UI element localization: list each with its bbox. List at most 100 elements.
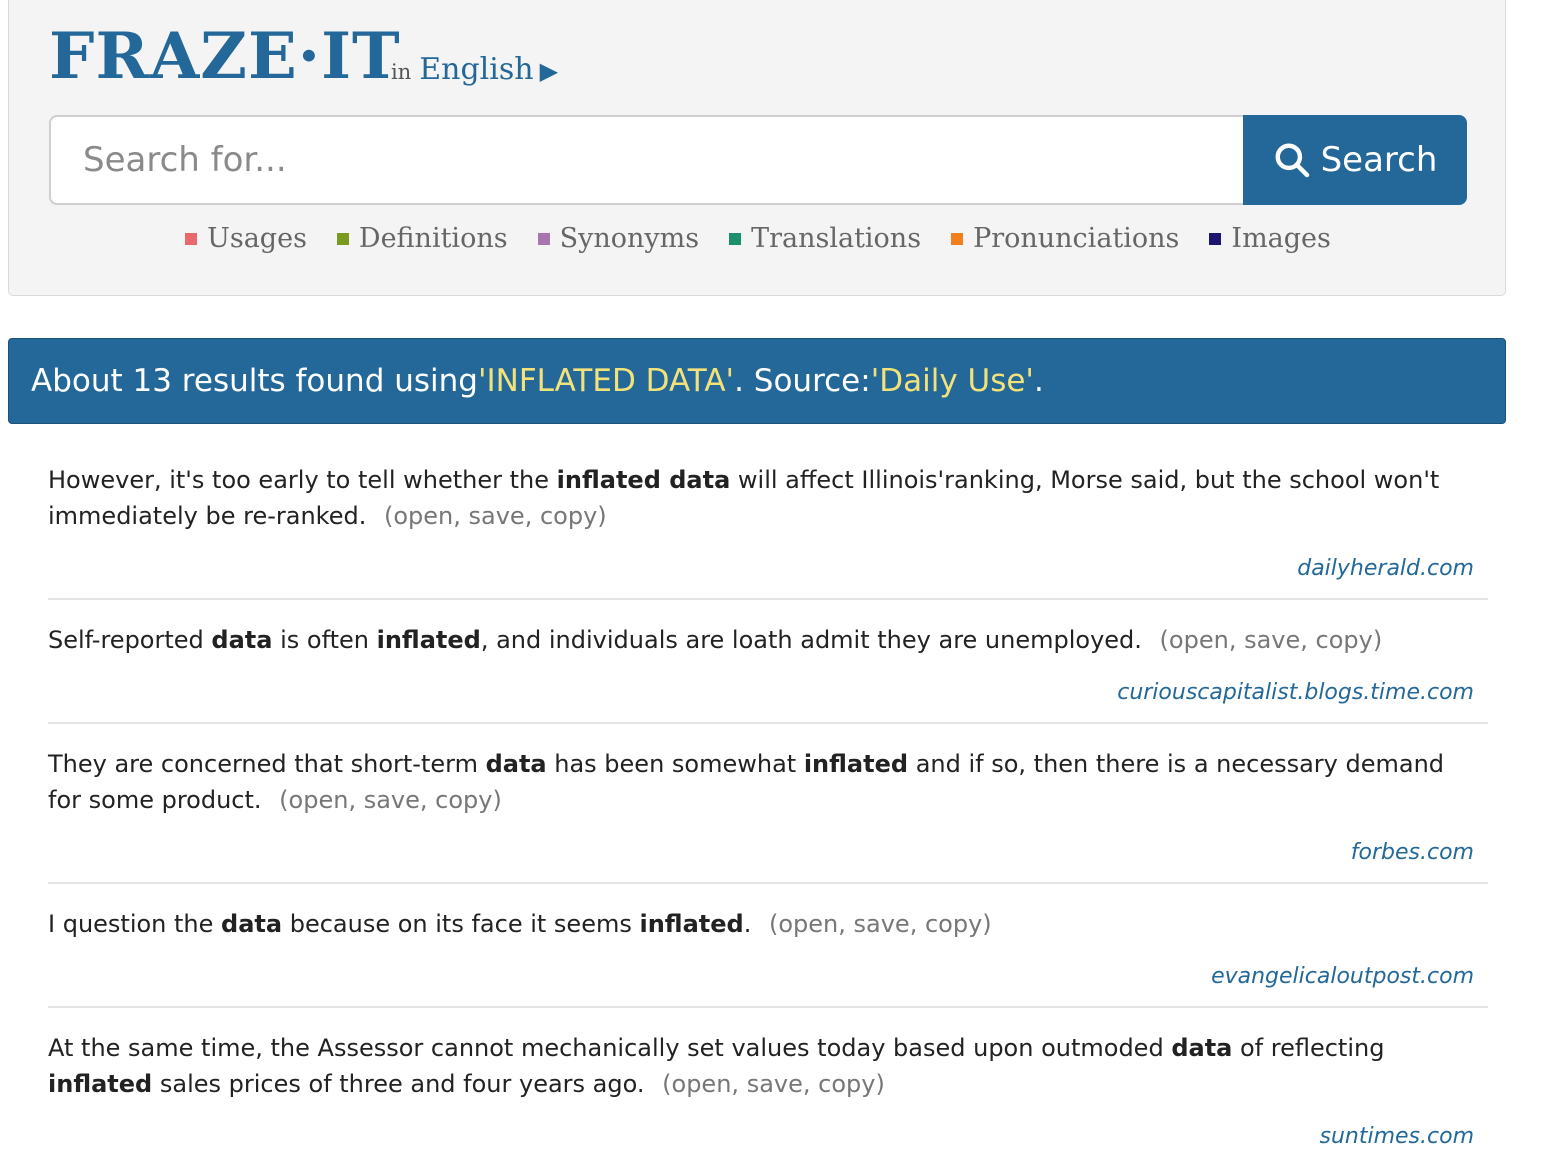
results-banner: About 13 results found using 'INFLATED D…	[8, 338, 1506, 424]
source-link[interactable]: evangelicaloutpost.com	[1211, 964, 1474, 989]
source-link[interactable]: dailyherald.com	[1297, 556, 1474, 581]
result-source: curiouscapitalist.blogs.time.com	[48, 678, 1488, 708]
save-link[interactable]: save	[854, 910, 910, 938]
category-color-swatch	[729, 232, 742, 245]
result-sentence: At the same time, the Assessor cannot me…	[48, 1030, 1488, 1102]
save-link[interactable]: save	[469, 502, 525, 530]
category-color-swatch	[1209, 232, 1222, 245]
sentence-text: , and individuals are loath admit they a…	[480, 626, 1142, 654]
results-source-prefix: . Source:	[734, 363, 871, 399]
open-link[interactable]: open	[289, 786, 349, 814]
site-logo[interactable]: FRAZE·IT	[49, 25, 401, 89]
results-count-text: About 13 results found using	[31, 363, 478, 399]
category-label[interactable]: Synonyms	[560, 223, 700, 254]
sentence-text: of reflecting	[1232, 1034, 1385, 1062]
actions-punctuation: ,	[453, 502, 469, 530]
sentence-text: .	[743, 910, 752, 938]
search-input[interactable]	[49, 115, 1243, 205]
actions-punctuation: ,	[348, 786, 364, 814]
results-source: 'Daily Use'	[870, 363, 1034, 399]
sentence-text: I question the	[48, 910, 222, 938]
sentence-text: Self-reported	[48, 626, 212, 654]
source-link[interactable]: curiouscapitalist.blogs.time.com	[1117, 680, 1474, 705]
category-label[interactable]: Images	[1231, 223, 1330, 254]
category-label[interactable]: Pronunciations	[973, 223, 1179, 254]
copy-link[interactable]: copy	[925, 910, 982, 938]
highlighted-term: inflated	[803, 750, 909, 778]
category-nav: Usages Definitions Synonyms Translations Pro…	[9, 223, 1507, 254]
category-usages[interactable]: Usages	[185, 223, 307, 254]
result-actions: (open, save, copy)	[1151, 626, 1383, 654]
result-item: They are concerned that short-term data …	[48, 724, 1488, 884]
source-link[interactable]: forbes.com	[1351, 840, 1474, 865]
result-source: evangelicaloutpost.com	[48, 962, 1488, 992]
save-link[interactable]: save	[364, 786, 420, 814]
actions-punctuation: ,	[524, 502, 540, 530]
result-source: dailyherald.com	[48, 554, 1488, 584]
open-link[interactable]: open	[393, 502, 453, 530]
copy-link[interactable]: copy	[435, 786, 492, 814]
actions-punctuation: (	[376, 502, 394, 530]
source-link[interactable]: suntimes.com	[1320, 1124, 1475, 1149]
open-link[interactable]: open	[672, 1070, 732, 1098]
actions-punctuation: ,	[419, 786, 436, 814]
highlighted-term: data	[211, 626, 273, 654]
result-actions: (open, save, copy)	[272, 786, 502, 814]
search-button[interactable]: Search	[1243, 115, 1467, 205]
actions-punctuation: ,	[1228, 626, 1245, 654]
highlighted-term: data	[485, 750, 547, 778]
actions-punctuation: (	[761, 910, 779, 938]
highlighted-term: inflated	[48, 1070, 153, 1098]
search-bar: Search	[49, 115, 1467, 205]
result-sentence: I question the data because on its face …	[48, 906, 1488, 942]
category-images[interactable]: Images	[1209, 223, 1331, 254]
actions-punctuation: )	[875, 1070, 885, 1098]
language-label[interactable]: English	[419, 55, 533, 85]
result-item: I question the data because on its face …	[48, 884, 1488, 1008]
language-selector[interactable]: in English ▶	[391, 55, 558, 85]
copy-link[interactable]: copy	[1316, 626, 1373, 654]
result-sentence: They are concerned that short-term data …	[48, 746, 1488, 818]
save-link[interactable]: save	[1244, 626, 1300, 654]
save-link[interactable]: save	[747, 1070, 803, 1098]
actions-punctuation: (	[1151, 626, 1169, 654]
results-list: However, it's too early to tell whether …	[48, 440, 1488, 1166]
result-source: forbes.com	[48, 838, 1488, 868]
category-synonyms[interactable]: Synonyms	[537, 223, 700, 254]
result-item: Self-reported data is often inflated, an…	[48, 600, 1488, 724]
sentence-text: has been somewhat	[546, 750, 804, 778]
actions-punctuation: ,	[838, 910, 854, 938]
category-label[interactable]: Translations	[751, 223, 921, 254]
sentence-text: At the same time, the Assessor cannot me…	[48, 1034, 1172, 1062]
sentence-text: because on its face it seems	[282, 910, 640, 938]
open-link[interactable]: open	[778, 910, 838, 938]
category-color-swatch	[185, 232, 198, 245]
play-arrow-icon[interactable]: ▶	[540, 59, 558, 83]
result-item: At the same time, the Assessor cannot me…	[48, 1008, 1488, 1166]
copy-link[interactable]: copy	[540, 502, 597, 530]
result-sentence: Self-reported data is often inflated, an…	[48, 622, 1488, 658]
highlighted-term: data	[1171, 1034, 1233, 1062]
category-translations[interactable]: Translations	[729, 223, 921, 254]
actions-punctuation: ,	[802, 1070, 819, 1098]
results-query: 'INFLATED DATA'	[477, 363, 735, 399]
category-color-swatch	[336, 232, 349, 245]
result-source: suntimes.com	[48, 1122, 1488, 1152]
category-definitions[interactable]: Definitions	[336, 223, 508, 254]
category-color-swatch	[951, 232, 964, 245]
highlighted-term: inflated data	[556, 466, 731, 494]
category-label[interactable]: Usages	[207, 223, 307, 254]
actions-punctuation: )	[1372, 626, 1383, 654]
category-label[interactable]: Definitions	[359, 223, 508, 254]
actions-punctuation: ,	[909, 910, 925, 938]
actions-punctuation: )	[492, 786, 502, 814]
actions-punctuation: ,	[731, 1070, 747, 1098]
copy-link[interactable]: copy	[818, 1070, 875, 1098]
open-link[interactable]: open	[1169, 626, 1229, 654]
highlighted-term: inflated	[639, 910, 744, 938]
result-actions: (open, save, copy)	[655, 1070, 885, 1098]
sentence-text: sales prices of three and four years ago…	[152, 1070, 645, 1098]
sentence-text: is often	[272, 626, 377, 654]
result-actions: (open, save, copy)	[376, 502, 607, 530]
category-pronunciations[interactable]: Pronunciations	[951, 223, 1179, 254]
